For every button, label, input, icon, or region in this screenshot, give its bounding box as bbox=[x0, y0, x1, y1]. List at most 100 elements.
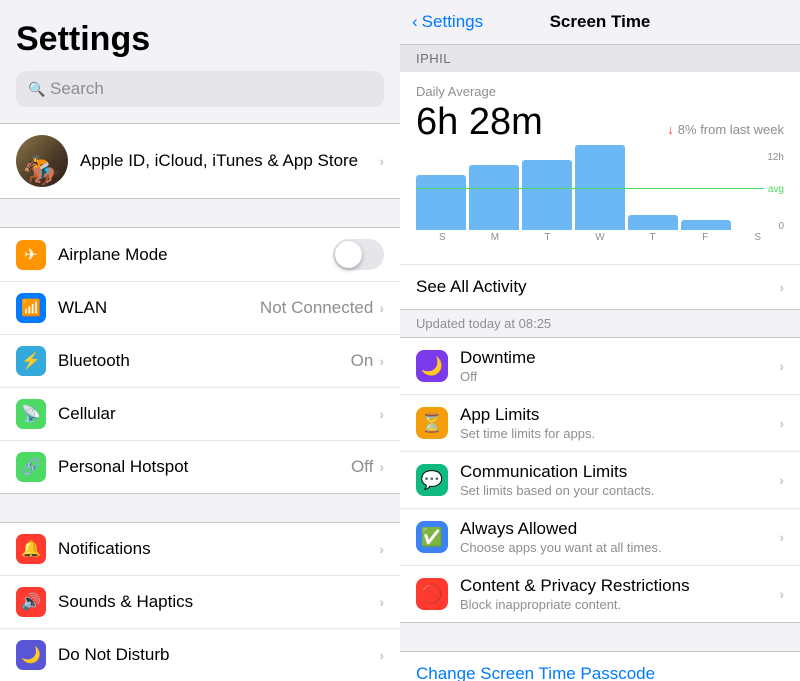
see-all-label: See All Activity bbox=[416, 277, 779, 297]
bar-1 bbox=[469, 165, 519, 230]
always-allowed-subtitle: Choose apps you want at all times. bbox=[460, 540, 779, 555]
updated-text: Updated today at 08:25 bbox=[416, 316, 551, 331]
see-all-chevron-icon: › bbox=[779, 279, 784, 295]
screen-title: Screen Time bbox=[550, 12, 651, 32]
right-panel: ‹ Settings Screen Time IPHIL Daily Avera… bbox=[400, 0, 800, 681]
menu-row-comm-limits[interactable]: 💬 Communication LimitsSet limits based on… bbox=[400, 452, 800, 509]
sounds-chevron-icon: › bbox=[379, 594, 384, 610]
menu-row-app-limits[interactable]: ⏳ App LimitsSet time limits for apps.› bbox=[400, 395, 800, 452]
row-notifications[interactable]: 🔔Notifications› bbox=[0, 523, 400, 576]
avg-line bbox=[416, 188, 764, 189]
menu-section: 🌙DowntimeOff›⏳App LimitsSet time limits … bbox=[400, 337, 800, 623]
menu-row-downtime[interactable]: 🌙 DowntimeOff› bbox=[400, 338, 800, 395]
menu-row-always-allowed[interactable]: ✅Always AllowedChoose apps you want at a… bbox=[400, 509, 800, 566]
bar-label-5: F bbox=[679, 232, 732, 243]
bar-2 bbox=[522, 160, 572, 230]
bar-5 bbox=[681, 220, 731, 230]
comm-limits-text: Communication LimitsSet limits based on … bbox=[460, 462, 779, 498]
row-wlan[interactable]: 📶WLANNot Connected› bbox=[0, 282, 400, 335]
username-bar: IPHIL bbox=[400, 45, 800, 72]
daily-avg-time: 6h 28m bbox=[416, 101, 543, 144]
content-privacy-chevron-icon: › bbox=[779, 586, 784, 602]
chart-labels: SMTWTFS bbox=[416, 232, 784, 243]
row-sounds[interactable]: 🔊Sounds & Haptics› bbox=[0, 576, 400, 629]
row-airplane-mode[interactable]: ✈ Airplane Mode bbox=[0, 228, 400, 282]
airplane-mode-icon: ✈ bbox=[16, 240, 46, 270]
chart-area: 12h avg SMTWTFS 0 bbox=[416, 152, 784, 252]
app-limits-subtitle: Set time limits for apps. bbox=[460, 426, 779, 441]
bluetooth-label: Bluetooth bbox=[58, 351, 351, 371]
bar-label-3: W bbox=[574, 232, 627, 243]
app-limits-menu-icon: ⏳ bbox=[416, 407, 448, 439]
page-title: Settings bbox=[0, 0, 400, 71]
bar-label-2: T bbox=[521, 232, 574, 243]
connectivity-section: ✈Airplane Mode📶WLANNot Connected›⚡Blueto… bbox=[0, 227, 400, 494]
right-scroll: IPHIL Daily Average 6h 28m ↓ 8% from las… bbox=[400, 45, 800, 681]
avatar: 🏇 bbox=[16, 135, 68, 187]
weekly-change: ↓ 8% from last week bbox=[667, 122, 784, 137]
search-placeholder: Search bbox=[50, 79, 104, 99]
wlan-chevron-icon: › bbox=[379, 300, 384, 316]
airplane-mode-label: Airplane Mode bbox=[58, 245, 333, 265]
hotspot-label: Personal Hotspot bbox=[58, 457, 351, 477]
chart-container: 12h avg SMTWTFS 0 bbox=[400, 144, 800, 264]
bar-label-1: M bbox=[469, 232, 522, 243]
search-bar[interactable]: 🔍 Search bbox=[16, 71, 384, 107]
dnd-chevron-icon: › bbox=[379, 647, 384, 663]
down-arrow-icon: ↓ bbox=[667, 122, 674, 137]
updated-bar: Updated today at 08:25 bbox=[400, 309, 800, 337]
wlan-value: Not Connected bbox=[260, 298, 373, 318]
cellular-icon: 📡 bbox=[16, 399, 46, 429]
always-allowed-chevron-icon: › bbox=[779, 529, 784, 545]
content-privacy-text: Content & Privacy RestrictionsBlock inap… bbox=[460, 576, 779, 612]
row-hotspot[interactable]: 🔗 Personal HotspotOff › bbox=[0, 441, 400, 493]
cellular-label: Cellular bbox=[58, 404, 379, 424]
chevron-icon: › bbox=[379, 153, 384, 169]
bluetooth-icon: ⚡ bbox=[16, 346, 46, 376]
downtime-chevron-icon: › bbox=[779, 358, 784, 374]
sounds-icon: 🔊 bbox=[16, 587, 46, 617]
bar-4 bbox=[628, 215, 678, 230]
dnd-label: Do Not Disturb bbox=[58, 645, 379, 665]
apple-id-section: 🏇 Apple ID, iCloud, iTunes & App Store › bbox=[0, 123, 400, 199]
downtime-menu-icon: 🌙 bbox=[416, 350, 448, 382]
cellular-chevron-icon: › bbox=[379, 406, 384, 422]
back-button[interactable]: ‹ Settings bbox=[412, 12, 483, 32]
comm-limits-chevron-icon: › bbox=[779, 472, 784, 488]
bar-label-4: T bbox=[626, 232, 679, 243]
hotspot-value: Off bbox=[351, 457, 373, 477]
content-privacy-title: Content & Privacy Restrictions bbox=[460, 576, 779, 596]
downtime-title: Downtime bbox=[460, 348, 779, 368]
bluetooth-value: On bbox=[351, 351, 374, 371]
hotspot-chevron-icon: › bbox=[379, 459, 384, 475]
content-privacy-subtitle: Block inappropriate content. bbox=[460, 597, 779, 612]
content-privacy-menu-icon: 🚫 bbox=[416, 578, 448, 610]
bar-label-0: S bbox=[416, 232, 469, 243]
back-chevron-icon: ‹ bbox=[412, 12, 418, 32]
hotspot-icon: 🔗 bbox=[16, 452, 46, 482]
see-all-row[interactable]: See All Activity › bbox=[400, 264, 800, 309]
airplane-mode-toggle[interactable] bbox=[333, 239, 384, 270]
downtime-subtitle: Off bbox=[460, 369, 779, 384]
comm-limits-title: Communication Limits bbox=[460, 462, 779, 482]
username-label: IPHIL bbox=[416, 51, 451, 66]
chart-y-min: 0 bbox=[778, 221, 784, 232]
always-allowed-menu-icon: ✅ bbox=[416, 521, 448, 553]
chart-bars: avg bbox=[416, 152, 784, 230]
apple-id-row[interactable]: 🏇 Apple ID, iCloud, iTunes & App Store › bbox=[0, 124, 400, 198]
avg-label-text: avg bbox=[768, 184, 784, 195]
downtime-text: DowntimeOff bbox=[460, 348, 779, 384]
change-passcode-label: Change Screen Time Passcode bbox=[416, 664, 655, 681]
row-cellular[interactable]: 📡 Cellular› bbox=[0, 388, 400, 441]
change-passcode-row[interactable]: Change Screen Time Passcode bbox=[400, 651, 800, 681]
app-limits-text: App LimitsSet time limits for apps. bbox=[460, 405, 779, 441]
back-label: Settings bbox=[422, 12, 483, 32]
nav-header: ‹ Settings Screen Time bbox=[400, 0, 800, 45]
wlan-label: WLAN bbox=[58, 298, 260, 318]
menu-row-content-privacy[interactable]: 🚫 Content & Privacy RestrictionsBlock ina… bbox=[400, 566, 800, 622]
row-dnd[interactable]: 🌙Do Not Disturb› bbox=[0, 629, 400, 681]
bluetooth-chevron-icon: › bbox=[379, 353, 384, 369]
row-bluetooth[interactable]: ⚡ BluetoothOn › bbox=[0, 335, 400, 388]
comm-limits-menu-icon: 💬 bbox=[416, 464, 448, 496]
app-limits-chevron-icon: › bbox=[779, 415, 784, 431]
